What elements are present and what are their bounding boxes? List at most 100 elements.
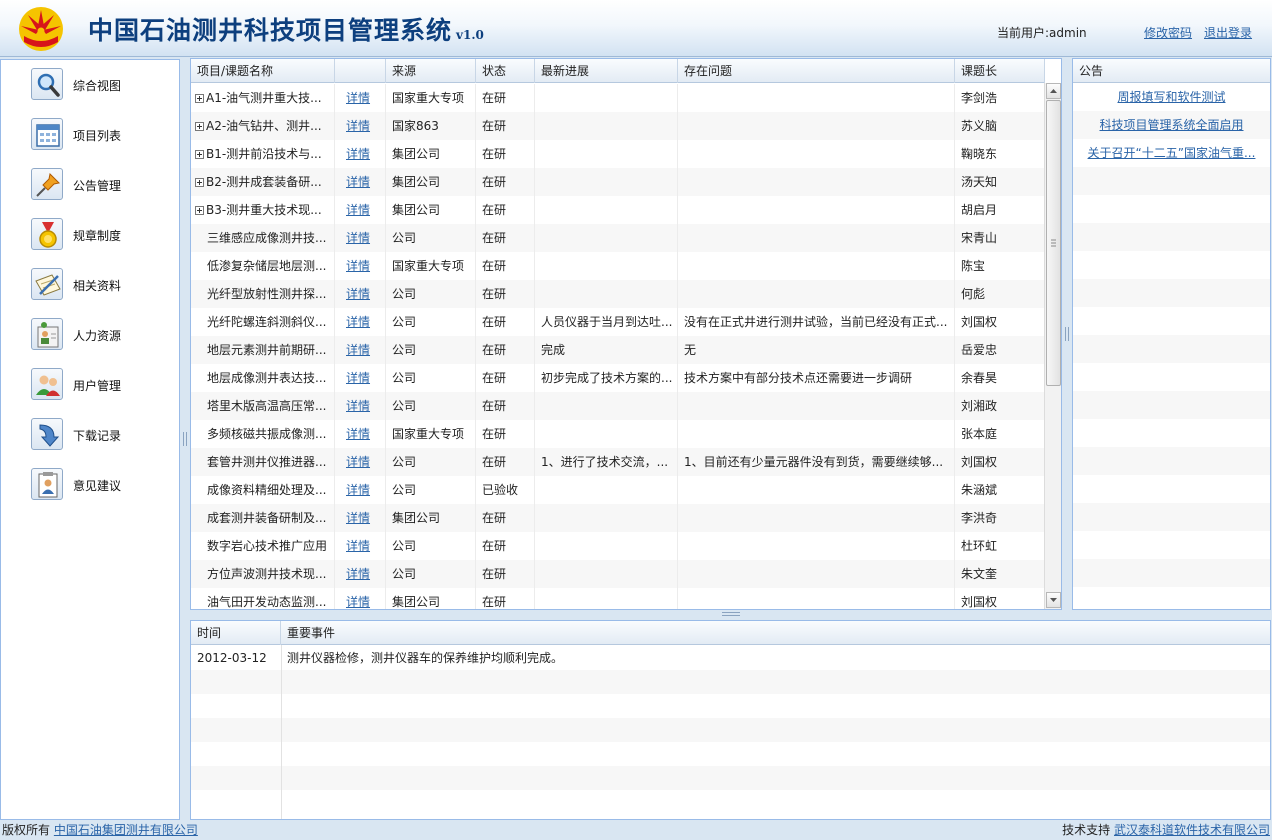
table-row[interactable]: 地层成像测井表达技... 详情 公司 在研 初步完成了技术方案的... 技术方案中有部分技… (191, 364, 1045, 392)
table-row[interactable]: 数字岩心技术推广应用 详情 公司 在研 杜环虹 (191, 532, 1045, 560)
detail-link[interactable]: 详情 (346, 511, 370, 525)
detail-link[interactable]: 详情 (346, 567, 370, 581)
change-password-link[interactable]: 修改密码 (1144, 24, 1192, 41)
detail-link[interactable]: 详情 (346, 259, 370, 273)
app-title: 中国石油测井科技项目管理系统 v1.0 (88, 16, 484, 45)
expand-plus-icon[interactable] (195, 94, 204, 103)
table-row[interactable]: B2-测井成套装备研... 详情 集团公司 在研 汤天知 (191, 168, 1045, 196)
project-name: 塔里木版高温高压常... (207, 399, 327, 413)
table-row[interactable]: 地层元素测井前期研... 详情 公司 在研 完成无岳爱忠 (191, 336, 1045, 364)
col-header-event[interactable]: 重要事件 (281, 621, 681, 645)
cell-issue (678, 196, 955, 224)
col-header-progress[interactable]: 最新进展 (535, 59, 678, 83)
table-row[interactable]: 光纤陀螺连斜测斜仪... 详情 公司 在研 人员仪器于当月到达吐... 没有在正式井进行测… (191, 308, 1045, 336)
nav-item-notice-manage[interactable]: 公告管理 (31, 168, 171, 202)
cell-source: 公司 (386, 448, 476, 476)
detail-link[interactable]: 详情 (346, 399, 370, 413)
col-header-leader[interactable]: 课题长 (955, 59, 1045, 83)
list-item (1073, 391, 1270, 419)
detail-link[interactable]: 详情 (346, 315, 370, 329)
detail-link[interactable]: 详情 (346, 343, 370, 357)
notice-link[interactable]: 关于召开“十二五”国家油气重... (1088, 146, 1256, 160)
cell-leader: 余春昊 (955, 364, 1045, 392)
table-row[interactable]: 塔里木版高温高压常... 详情 公司 在研 刘湘政 (191, 392, 1045, 420)
col-header-status[interactable]: 状态 (476, 59, 535, 83)
table-row[interactable]: 光纤型放射性测井探... 详情 公司 在研 何彪 (191, 280, 1045, 308)
table-row[interactable]: B1-测井前沿技术与... 详情 集团公司 在研 鞠晓东 (191, 140, 1045, 168)
project-name: A1-油气测井重大技... (206, 91, 322, 105)
right-splitter-handle[interactable] (1065, 327, 1069, 341)
support-company-link[interactable]: 武汉泰科道软件技术有限公司 (1114, 823, 1270, 837)
table-row[interactable]: A1-油气测井重大技... 详情 国家重大专项 在研 李剑浩 (191, 84, 1045, 112)
list-item (1073, 223, 1270, 251)
left-splitter-handle[interactable] (183, 432, 187, 446)
table-row[interactable]: B3-测井重大技术现... 详情 集团公司 在研 胡启月 (191, 196, 1045, 224)
scroll-up-button[interactable] (1046, 83, 1061, 99)
expand-plus-icon[interactable] (195, 150, 204, 159)
table-row[interactable]: 油气田开发动态监测... 详情 集团公司 在研 刘国权 (191, 588, 1045, 609)
detail-cell: 详情 (335, 308, 386, 336)
scroll-thumb[interactable] (1046, 100, 1061, 386)
nav-item-feedback[interactable]: 意见建议 (31, 468, 171, 502)
notice-link[interactable]: 周报填写和软件测试 (1117, 90, 1225, 104)
table-row[interactable]: 套管井测井仪推进器... 详情 公司 在研 1、进行了技术交流，... 1、目前还有少量元… (191, 448, 1045, 476)
nav-item-overview[interactable]: 综合视图 (31, 68, 171, 102)
detail-link[interactable]: 详情 (346, 203, 370, 217)
magnifier-icon (31, 68, 63, 100)
detail-cell: 详情 (335, 532, 386, 560)
list-item[interactable]: 关于召开“十二五”国家油气重... (1073, 139, 1270, 167)
expand-plus-icon[interactable] (195, 122, 204, 131)
cell-source: 公司 (386, 308, 476, 336)
cell-leader: 李剑浩 (955, 84, 1045, 112)
list-item[interactable]: 周报填写和软件测试 (1073, 83, 1270, 111)
list-item[interactable]: 科技项目管理系统全面启用 (1073, 111, 1270, 139)
table-row[interactable]: 三维感应成像测井技... 详情 公司 在研 宋青山 (191, 224, 1045, 252)
cell-progress: 人员仪器于当月到达吐... (535, 308, 678, 336)
detail-link[interactable]: 详情 (346, 287, 370, 301)
col-header-issue[interactable]: 存在问题 (678, 59, 955, 83)
nav-item-user-manage[interactable]: 用户管理 (31, 368, 171, 402)
copyright-company-link[interactable]: 中国石油集团测井有限公司 (54, 823, 198, 837)
detail-link[interactable]: 详情 (346, 539, 370, 553)
nav-item-project-list[interactable]: 项目列表 (31, 118, 171, 152)
detail-link[interactable]: 详情 (346, 231, 370, 245)
detail-link[interactable]: 详情 (346, 91, 370, 105)
nav-item-human-resources[interactable]: 人力资源 (31, 318, 171, 352)
col-header-name[interactable]: 项目/课题名称 (191, 59, 335, 83)
detail-link[interactable]: 详情 (346, 147, 370, 161)
project-name: 套管井测井仪推进器... (207, 455, 327, 469)
nav-item-regulations[interactable]: 规章制度 (31, 218, 171, 252)
col-header-detail[interactable] (335, 59, 386, 83)
cell-progress (535, 420, 678, 448)
detail-link[interactable]: 详情 (346, 455, 370, 469)
detail-link[interactable]: 详情 (346, 595, 370, 609)
nav-item-related-docs[interactable]: 相关资料 (31, 268, 171, 302)
table-row[interactable]: 低渗复杂储层地层测... 详情 国家重大专项 在研 陈宝 (191, 252, 1045, 280)
col-header-source[interactable]: 来源 (386, 59, 476, 83)
detail-link[interactable]: 详情 (346, 371, 370, 385)
table-row[interactable]: 成像资料精细处理及... 详情 公司 已验收 朱涵斌 (191, 476, 1045, 504)
table-row[interactable]: 成套测井装备研制及... 详情 集团公司 在研 李洪奇 (191, 504, 1045, 532)
logout-link[interactable]: 退出登录 (1204, 24, 1252, 41)
grid-scrollbar[interactable] (1044, 83, 1061, 609)
list-item (1073, 475, 1270, 503)
scroll-down-button[interactable] (1046, 592, 1061, 608)
project-name: 地层元素测井前期研... (207, 343, 327, 357)
table-row[interactable]: 多频核磁共振成像测... 详情 国家重大专项 在研 张本庭 (191, 420, 1045, 448)
cell-name: 多频核磁共振成像测... (191, 420, 335, 448)
col-header-time[interactable]: 时间 (191, 621, 281, 645)
cell-leader: 岳爱忠 (955, 336, 1045, 364)
detail-link[interactable]: 详情 (346, 483, 370, 497)
expand-plus-icon[interactable] (195, 206, 204, 215)
table-row[interactable]: 方位声波测井技术现... 详情 公司 在研 朱文奎 (191, 560, 1045, 588)
detail-link[interactable]: 详情 (346, 427, 370, 441)
table-row[interactable]: A2-油气钻井、测井... 详情 国家863 在研 苏义脑 (191, 112, 1045, 140)
expand-plus-icon[interactable] (195, 178, 204, 187)
nav-label: 意见建议 (73, 479, 122, 493)
detail-link[interactable]: 详情 (346, 175, 370, 189)
notice-link[interactable]: 科技项目管理系统全面启用 (1099, 118, 1243, 132)
bottom-splitter-handle[interactable] (722, 612, 740, 616)
cell-source: 国家重大专项 (386, 420, 476, 448)
nav-item-download-log[interactable]: 下载记录 (31, 418, 171, 452)
detail-link[interactable]: 详情 (346, 119, 370, 133)
